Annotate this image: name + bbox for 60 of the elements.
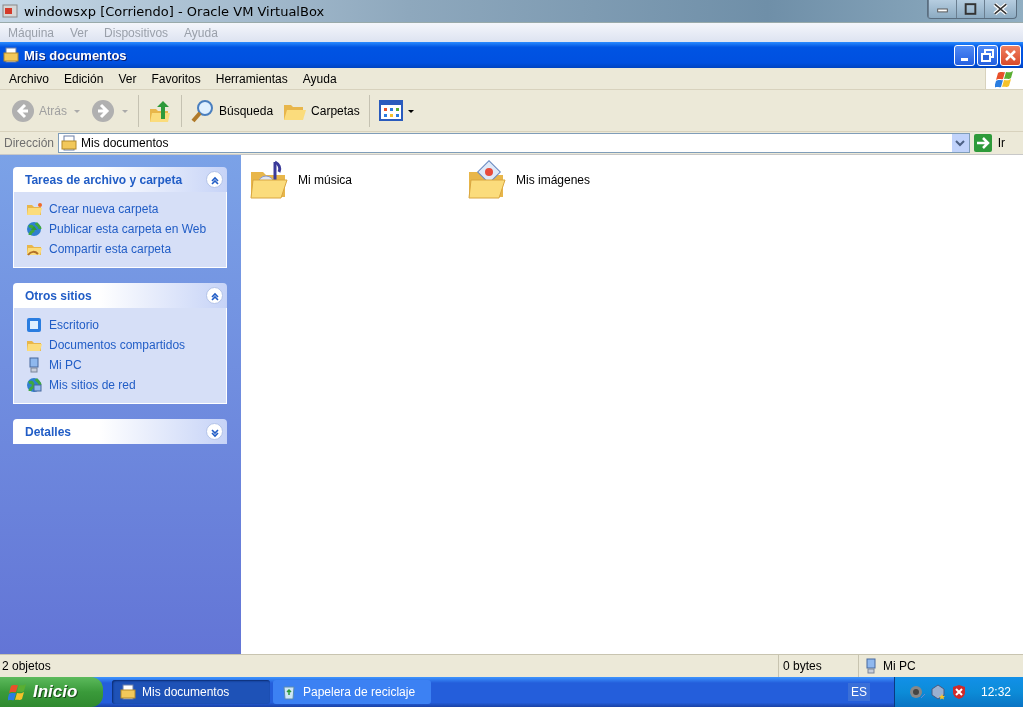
status-text: Mi PC xyxy=(883,659,916,673)
documents-icon xyxy=(3,47,19,63)
window-icon xyxy=(2,3,18,19)
task-link[interactable]: Mis sitios de red xyxy=(49,378,136,392)
panel-header[interactable]: Detalles xyxy=(13,419,227,444)
clock: 12:32 xyxy=(980,685,1011,699)
start-button[interactable]: Inicio xyxy=(0,677,103,707)
menu-item[interactable]: Herramientas xyxy=(215,71,288,86)
speaker-icon xyxy=(908,684,925,700)
views-icon xyxy=(378,98,403,123)
windows-flag-icon xyxy=(994,68,1015,89)
minimize-button[interactable] xyxy=(954,44,975,66)
search-icon xyxy=(191,98,215,123)
status-text: 2 objetos xyxy=(1,659,52,673)
close-button[interactable] xyxy=(1000,44,1021,66)
music-folder-icon xyxy=(249,160,291,200)
network-icon xyxy=(26,377,42,393)
task-link[interactable]: Crear nueva carpeta xyxy=(49,202,159,216)
dropdown-button[interactable] xyxy=(951,134,969,152)
collapse-button[interactable] xyxy=(206,287,223,304)
taskbar-button[interactable]: Mis documentos xyxy=(112,680,270,704)
folder-label[interactable]: Mi música xyxy=(298,173,352,187)
window-title: windowsxp [Corriendo] - Oracle VM VirtualBox xyxy=(24,3,326,19)
computer-icon xyxy=(863,658,879,674)
panel-header[interactable]: Otros sitios xyxy=(13,283,227,308)
arrow-right-icon xyxy=(973,134,992,152)
menu-item[interactable]: Archivo xyxy=(9,71,49,86)
collapse-button[interactable] xyxy=(206,171,223,188)
new-folder-icon xyxy=(26,201,42,217)
recycle-bin-icon xyxy=(281,684,297,700)
address-field[interactable]: Mis documentos xyxy=(58,133,970,153)
task-link[interactable]: Publicar esta carpeta en Web xyxy=(49,222,207,236)
panel-header[interactable]: Tareas de archivo y carpeta xyxy=(13,167,227,192)
folder-label[interactable]: Mis imágenes xyxy=(516,173,591,187)
menu-item[interactable]: Ayuda xyxy=(302,71,337,86)
menu-item[interactable]: Ver xyxy=(118,71,137,86)
taskbar-button[interactable]: Papelera de reciclaje xyxy=(273,680,431,704)
task-link[interactable]: Documentos compartidos xyxy=(49,338,186,352)
task-link[interactable]: Mi PC xyxy=(49,358,82,372)
documents-icon xyxy=(120,684,136,700)
restore-button[interactable] xyxy=(977,44,998,66)
minimize-icon xyxy=(961,57,968,61)
task-link[interactable]: Escritorio xyxy=(49,318,99,332)
window-title: Mis documentos xyxy=(24,47,128,63)
pictures-folder-icon xyxy=(467,160,509,200)
menu-item[interactable]: Edición xyxy=(64,71,104,86)
up-folder-icon xyxy=(148,98,172,123)
documents-icon xyxy=(61,135,77,151)
shield-icon xyxy=(950,684,967,700)
address-label: Dirección xyxy=(4,136,54,150)
go-button[interactable]: Ir xyxy=(973,134,1019,152)
language-indicator[interactable]: ES xyxy=(847,683,870,701)
windows-flag-icon xyxy=(8,682,28,702)
computer-icon xyxy=(26,357,42,373)
globe-icon xyxy=(26,221,42,237)
task-link[interactable]: Compartir esta carpeta xyxy=(49,242,172,256)
search-button[interactable]: Búsqueda xyxy=(188,94,277,127)
menu-item[interactable]: Favoritos xyxy=(151,71,201,86)
collapse-button[interactable] xyxy=(206,423,223,440)
folders-button[interactable]: Carpetas xyxy=(280,94,363,127)
